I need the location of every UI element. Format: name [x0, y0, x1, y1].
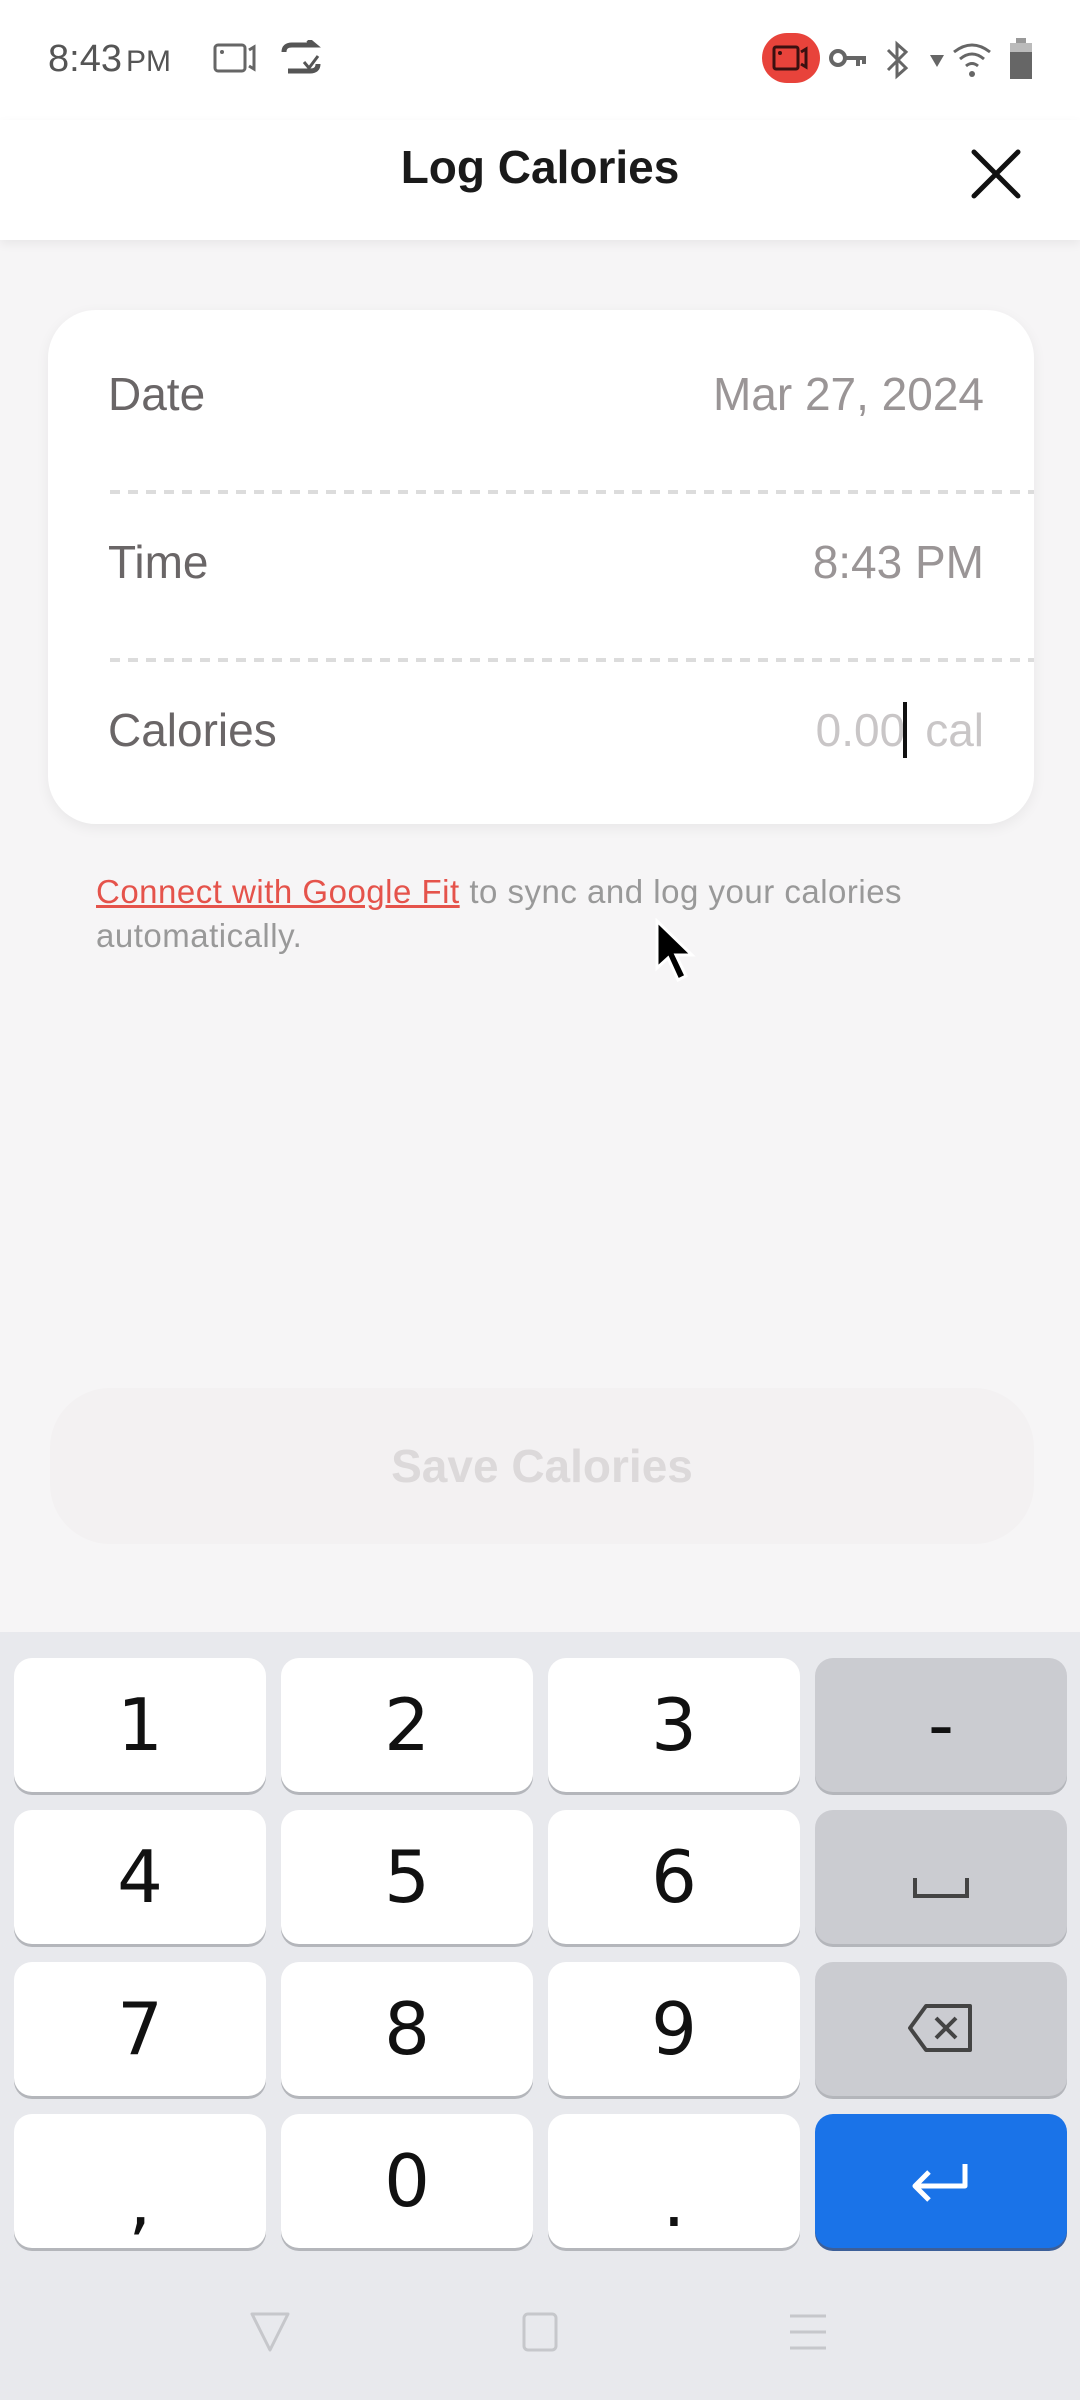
key-3[interactable]: 3: [548, 1658, 800, 1792]
status-time-ampm: PM: [125, 45, 171, 78]
battery-icon: [1008, 38, 1034, 85]
text-caret: [903, 702, 908, 758]
key-label: 0: [384, 2139, 430, 2223]
key-label: 1: [117, 1683, 163, 1767]
key-period[interactable]: .: [548, 2114, 800, 2248]
backspace-icon: [906, 1987, 976, 2071]
time-row[interactable]: Time 8:43 PM: [108, 478, 984, 646]
key-label: 2: [384, 1683, 430, 1767]
calories-input[interactable]: 0.00 cal: [816, 702, 984, 758]
key-1[interactable]: 1: [14, 1658, 266, 1792]
key-label: 6: [651, 1835, 697, 1919]
nav-back-button[interactable]: [248, 2310, 292, 2359]
recording-badge-icon: [762, 33, 820, 83]
google-fit-prompt: Connect with Google Fit to sync and log …: [96, 870, 996, 958]
close-button[interactable]: [964, 142, 1028, 206]
key-label: ,: [128, 2159, 152, 2243]
key-label: 3: [651, 1683, 697, 1767]
key-label: .: [662, 2159, 686, 2243]
calories-label: Calories: [108, 704, 277, 756]
close-icon: [971, 149, 1021, 199]
key-5[interactable]: 5: [281, 1810, 533, 1944]
space-icon: [911, 1835, 971, 1919]
key-label: 7: [117, 1987, 163, 2071]
key-6[interactable]: 6: [548, 1810, 800, 1944]
calories-row[interactable]: Calories 0.00 cal: [108, 646, 984, 814]
key-8[interactable]: 8: [281, 1962, 533, 2096]
signal-arrow-icon: [930, 54, 944, 72]
numeric-keyboard: 1 2 3 - 4 5 6 7 8 9, 0.: [0, 1632, 1080, 2400]
mouse-pointer-icon: [654, 917, 700, 989]
connect-google-fit-link[interactable]: Connect with Google Fit: [96, 873, 460, 910]
system-nav-bar: [0, 2280, 1080, 2400]
key-label: 5: [384, 1835, 430, 1919]
time-label: Time: [108, 536, 209, 588]
key-2[interactable]: 2: [281, 1658, 533, 1792]
back-icon: [250, 2312, 290, 2352]
date-label: Date: [108, 368, 206, 420]
date-value[interactable]: Mar 27, 2024: [713, 367, 984, 421]
key-comma[interactable]: ,: [14, 2114, 266, 2248]
nav-recents-button[interactable]: [788, 2310, 828, 2359]
nav-home-button[interactable]: [520, 2310, 560, 2359]
key-enter[interactable]: [815, 2114, 1067, 2248]
page-title: Log Calories: [400, 141, 680, 193]
wifi-icon: [950, 40, 994, 85]
key-label: -: [928, 1683, 954, 1767]
key-9[interactable]: 9: [548, 1962, 800, 2096]
key-0[interactable]: 0: [281, 2114, 533, 2248]
status-bar: 8:43 PM: [0, 0, 1080, 120]
key-minus[interactable]: -: [815, 1658, 1067, 1792]
status-time-value: 8:43: [48, 38, 122, 80]
key-backspace[interactable]: [815, 1962, 1067, 2096]
key-label: 8: [384, 1987, 430, 2071]
save-calories-button[interactable]: Save Calories: [50, 1388, 1034, 1544]
log-form-card: Date Mar 27, 2024 Time 8:43 PM Calories …: [48, 310, 1034, 824]
calories-placeholder: 0.00: [815, 704, 906, 756]
recents-icon: [790, 2314, 826, 2350]
home-icon: [522, 2312, 558, 2352]
app-header: Log Calories: [0, 120, 1080, 240]
key-label: 9: [651, 1987, 697, 2071]
key-space[interactable]: [815, 1810, 1067, 1944]
bluetooth-icon: [882, 40, 912, 85]
vpn-key-icon: [828, 40, 868, 81]
screen-record-icon: [212, 40, 258, 81]
enter-icon: [909, 2139, 973, 2223]
key-7[interactable]: 7: [14, 1962, 266, 2096]
key-label: 4: [117, 1835, 163, 1919]
time-value[interactable]: 8:43 PM: [813, 535, 984, 589]
sync-check-icon: [278, 38, 324, 81]
status-time: 8:43 PM: [48, 38, 171, 81]
date-row[interactable]: Date Mar 27, 2024: [108, 310, 984, 478]
calories-unit: cal: [925, 704, 984, 756]
key-4[interactable]: 4: [14, 1810, 266, 1944]
